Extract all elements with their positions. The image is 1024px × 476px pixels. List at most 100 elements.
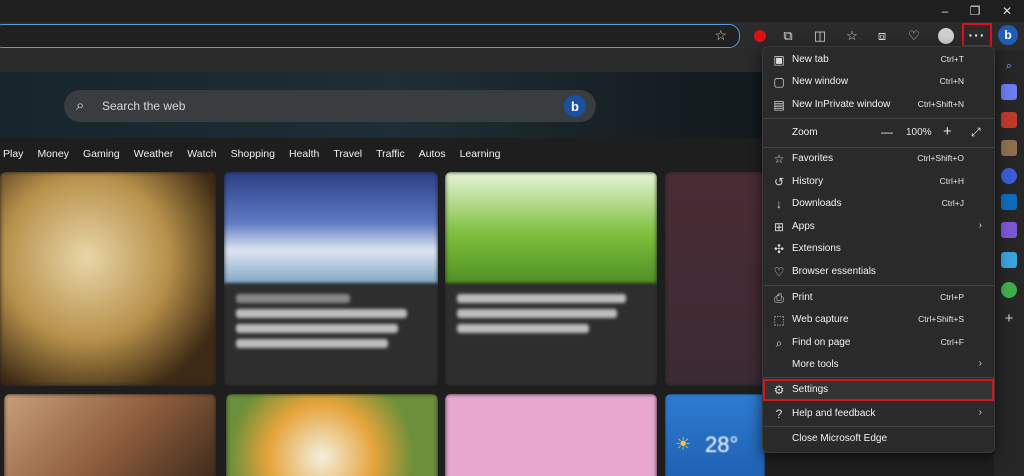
new-window-icon: ▢	[773, 75, 785, 89]
menu-item-label: Favorites	[792, 153, 834, 164]
heart-pulse-icon: ♡	[773, 265, 785, 279]
extensions-puzzle-icon[interactable]: ⧉	[778, 26, 798, 46]
nav-weather[interactable]: Weather	[134, 144, 174, 164]
weather-card[interactable]: ☀ 28°	[665, 394, 765, 476]
menu-item-label: Zoom	[792, 127, 818, 138]
favorites-icon: ☆	[773, 152, 785, 166]
zoom-level: 100%	[906, 127, 932, 138]
chevron-right-icon: ›	[978, 407, 982, 418]
news-card-6[interactable]	[226, 394, 438, 476]
news-card-2[interactable]	[224, 172, 438, 386]
news-card-5[interactable]	[4, 394, 216, 476]
menu-item-help-and-feedback[interactable]: ? Help and feedback ›	[763, 403, 994, 425]
menu-item-shortcut: Ctrl+T	[940, 54, 964, 64]
add-icon[interactable]: +	[1001, 310, 1017, 327]
history-icon: ↺	[773, 175, 785, 189]
nav-autos[interactable]: Autos	[419, 144, 446, 164]
settings-and-more-button[interactable]: ···	[962, 23, 992, 47]
menu-item-new-inprivate-window[interactable]: ▤ New InPrivate window Ctrl+Shift+N	[763, 94, 994, 116]
nav-traffic[interactable]: Traffic	[376, 144, 405, 164]
tools-icon[interactable]	[1001, 112, 1017, 128]
menu-item-label: Print	[792, 292, 813, 303]
nav-watch[interactable]: Watch	[187, 144, 216, 164]
menu-item-shortcut: Ctrl+H	[939, 176, 964, 186]
menu-item-web-capture[interactable]: ⬚ Web capture Ctrl+Shift+S	[763, 309, 994, 331]
menu-item-shortcut: Ctrl+F	[940, 337, 964, 347]
menu-item-extensions[interactable]: ✣ Extensions	[763, 238, 994, 260]
chevron-right-icon: ›	[978, 220, 982, 231]
inprivate-icon: ▤	[773, 98, 785, 112]
nav-health[interactable]: Health	[289, 144, 319, 164]
nav-travel[interactable]: Travel	[333, 144, 362, 164]
menu-item-zoom: Zoom — 100% + ⤢	[763, 121, 994, 145]
weather-sun-icon: ☀	[675, 434, 692, 454]
menu-item-find-on-page[interactable]: ⌕ Find on page Ctrl+F	[763, 332, 994, 354]
puzzle-icon: ✣	[773, 242, 785, 256]
card-image	[445, 394, 657, 476]
zoom-out-button[interactable]: —	[881, 125, 893, 139]
nav-gaming[interactable]: Gaming	[83, 144, 120, 164]
menu-item-favorites[interactable]: ☆ Favorites Ctrl+Shift+O	[763, 148, 994, 170]
nav-play[interactable]: Play	[3, 144, 23, 164]
menu-item-downloads[interactable]: ↓ Downloads Ctrl+J	[763, 193, 994, 215]
menu-item-print[interactable]: ⎙ Print Ctrl+P	[763, 287, 994, 309]
menu-divider	[763, 118, 994, 119]
nav-money[interactable]: Money	[37, 144, 69, 164]
tree-icon[interactable]	[1001, 282, 1017, 298]
gear-icon: ⚙	[773, 383, 785, 397]
menu-item-label: Browser essentials	[792, 266, 876, 277]
nav-shopping[interactable]: Shopping	[231, 144, 275, 164]
news-card-7[interactable]	[445, 394, 657, 476]
copilot-button[interactable]: b	[998, 25, 1018, 45]
news-card-4[interactable]	[665, 172, 765, 386]
favorites-icon[interactable]: ☆	[842, 26, 862, 46]
menu-item-history[interactable]: ↺ History Ctrl+H	[763, 171, 994, 193]
help-icon: ?	[775, 407, 783, 421]
menu-item-new-window[interactable]: ▢ New window Ctrl+N	[763, 71, 994, 93]
menu-item-label: History	[792, 176, 824, 187]
menu-item-new-tab[interactable]: ▣ New tab Ctrl+T	[763, 49, 994, 71]
send-icon[interactable]	[1001, 252, 1017, 268]
favorite-star-icon[interactable]: ☆	[714, 27, 727, 44]
menu-item-settings[interactable]: ⚙ Settings	[763, 379, 994, 401]
menu-divider	[763, 285, 994, 286]
search-icon[interactable]: ⌕	[1001, 58, 1017, 74]
copilot-app-icon[interactable]	[1001, 168, 1017, 184]
browser-essentials-icon[interactable]: ♡	[904, 26, 924, 46]
extension-red-icon[interactable]	[750, 26, 770, 46]
news-card-1[interactable]	[0, 172, 216, 386]
menu-item-more-tools[interactable]: More tools ›	[763, 354, 994, 376]
search-box[interactable]: ⌕ Search the web b	[64, 90, 596, 122]
minimize-button[interactable]: –	[930, 0, 960, 22]
shopping-tag-icon[interactable]	[1001, 84, 1017, 100]
menu-item-close-microsoft-edge[interactable]: Close Microsoft Edge	[763, 428, 994, 450]
outlook-icon[interactable]	[1001, 194, 1017, 210]
games-icon[interactable]	[1001, 140, 1017, 156]
menu-item-shortcut: Ctrl+Shift+N	[917, 99, 964, 109]
menu-item-label: Help and feedback	[792, 408, 876, 419]
find-icon: ⌕	[775, 335, 783, 350]
new-tab-icon: ▣	[773, 53, 785, 67]
menu-item-browser-essentials[interactable]: ♡ Browser essentials	[763, 261, 994, 283]
fullscreen-icon[interactable]: ⤢	[971, 125, 981, 140]
nav-learning[interactable]: Learning	[460, 144, 501, 164]
collections-icon[interactable]: ⧈	[872, 26, 892, 46]
restore-button[interactable]: ❐	[960, 0, 990, 22]
address-bar[interactable]: ☆	[0, 24, 740, 48]
card-image	[665, 172, 765, 386]
close-icon: ✕	[1001, 4, 1013, 18]
feed-nav: Play Money Gaming Weather Watch Shopping…	[0, 144, 500, 164]
menu-item-label: Settings	[792, 384, 829, 395]
search-icon: ⌕	[76, 97, 85, 114]
menu-item-apps[interactable]: ⊞ Apps ›	[763, 216, 994, 238]
profile-avatar[interactable]	[936, 26, 956, 46]
menu-item-label: Close Microsoft Edge	[792, 433, 888, 444]
close-window-button[interactable]: ✕	[992, 0, 1022, 22]
news-card-3[interactable]	[445, 172, 657, 386]
split-screen-icon[interactable]: ◫	[810, 26, 830, 46]
chevron-right-icon: ›	[978, 358, 982, 369]
bing-search-icon[interactable]: b	[564, 95, 586, 117]
designer-icon[interactable]	[1001, 222, 1017, 238]
weather-temperature: 28°	[705, 432, 739, 457]
zoom-in-button[interactable]: +	[943, 123, 952, 140]
